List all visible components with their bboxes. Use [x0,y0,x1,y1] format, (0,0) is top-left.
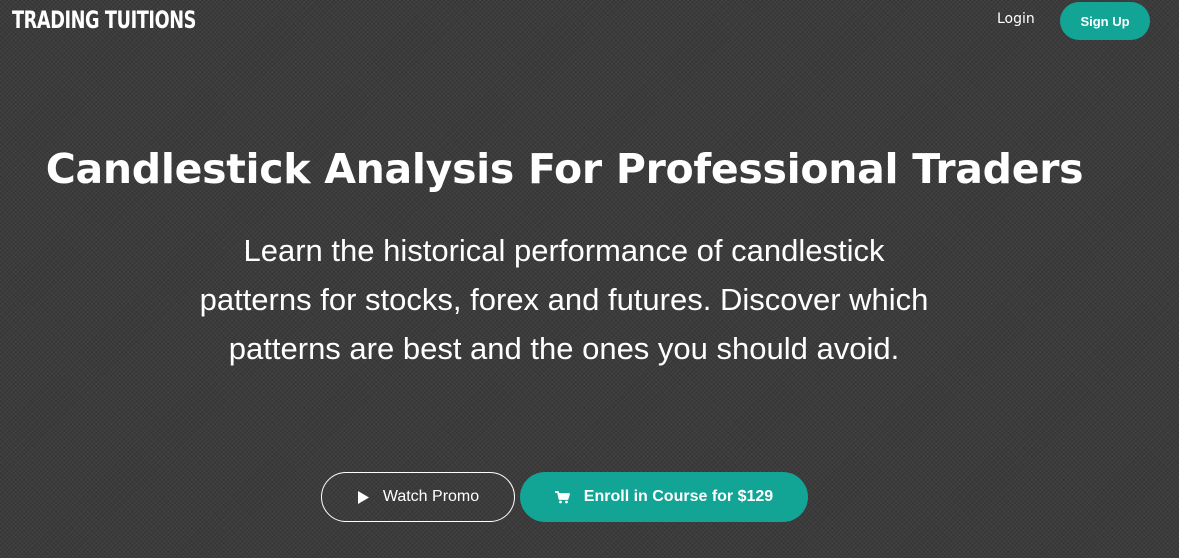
login-link[interactable]: Login [997,11,1035,27]
sign-up-button[interactable]: Sign Up [1060,2,1150,40]
enroll-course-button[interactable]: Enroll in Course for $129 [520,472,808,522]
brand-logo[interactable]: TRADING TUITIONS [12,6,196,34]
play-icon [357,490,369,504]
watch-promo-button[interactable]: Watch Promo [321,472,515,522]
watch-promo-label: Watch Promo [382,488,480,505]
hero-actions: Watch Promo Enroll in Course for $129 [321,472,808,522]
hero-title: Candlestick Analysis For Professional Tr… [45,145,1084,193]
navbar: TRADING TUITIONS Login Sign Up [0,0,1179,44]
enroll-course-label: Enroll in Course for $129 [583,488,774,505]
hero-subtitle: Learn the historical performance of cand… [199,233,929,366]
cart-icon [554,490,570,504]
